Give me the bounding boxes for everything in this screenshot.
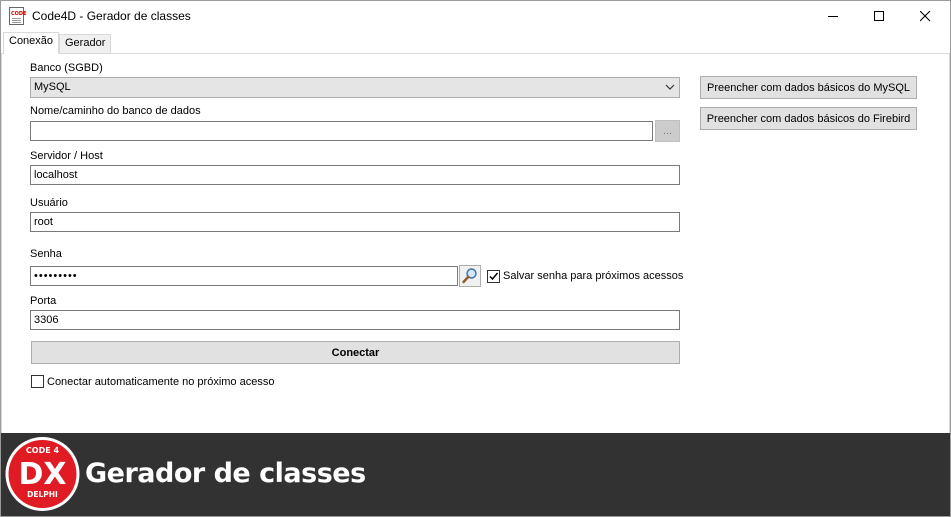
nome-input[interactable]: [30, 121, 653, 141]
magnifier-icon: [462, 268, 477, 284]
servidor-label: Servidor / Host: [30, 150, 103, 162]
show-password-button[interactable]: [459, 265, 481, 287]
title-bar: CODE Code4D - Gerador de classes: [1, 1, 950, 32]
salvar-senha-checkbox[interactable]: [487, 270, 500, 283]
servidor-input[interactable]: [30, 165, 680, 185]
main-window: CODE Code4D - Gerador de classes Conexão…: [0, 0, 951, 517]
porta-input[interactable]: [30, 310, 680, 330]
close-icon: [920, 11, 931, 22]
banco-select[interactable]: MySQL: [30, 77, 680, 98]
tab-gerador[interactable]: Gerador: [59, 34, 112, 53]
footer-banner: CODE 4 DX DELPHI Gerador de classes: [1, 433, 950, 516]
chevron-down-icon: [665, 84, 675, 90]
app-icon: CODE: [9, 7, 27, 25]
app-icon-label: CODE: [11, 11, 27, 17]
banco-label: Banco (SGBD): [30, 62, 103, 74]
usuario-input[interactable]: [30, 212, 680, 232]
window-title: Code4D - Gerador de classes: [32, 9, 191, 23]
maximize-button[interactable]: [857, 1, 903, 32]
porta-label: Porta: [30, 295, 57, 307]
fill-firebird-button[interactable]: Preencher com dados básicos do Firebird: [700, 107, 917, 130]
tab-conexao[interactable]: Conexão: [3, 32, 60, 54]
maximize-icon: [874, 11, 884, 21]
conectar-button[interactable]: Conectar: [31, 341, 680, 364]
usuario-label: Usuário: [30, 197, 68, 209]
minimize-button[interactable]: [811, 1, 857, 32]
salvar-senha-label[interactable]: Salvar senha para próximos acessos: [503, 270, 683, 282]
logo-bottom-text: DELPHI: [27, 490, 58, 499]
senha-label: Senha: [30, 248, 62, 260]
minimize-icon: [828, 16, 838, 17]
auto-connect-checkbox[interactable]: [31, 375, 44, 388]
senha-input[interactable]: [30, 266, 458, 286]
code4d-logo: CODE 4 DX DELPHI: [5, 437, 80, 511]
logo-top-text: CODE 4: [26, 446, 60, 455]
nome-label: Nome/caminho do banco de dados: [30, 105, 201, 117]
auto-connect-label[interactable]: Conectar automaticamente no próximo aces…: [47, 376, 274, 388]
footer-title: Gerador de classes: [85, 458, 366, 489]
close-button[interactable]: [903, 1, 949, 32]
browse-button[interactable]: ...: [655, 120, 680, 142]
checkmark-icon: [489, 272, 499, 281]
fill-mysql-button[interactable]: Preencher com dados básicos do MySQL: [700, 76, 917, 99]
tab-strip: Conexão Gerador: [1, 32, 950, 54]
banco-select-value: MySQL: [34, 81, 71, 93]
logo-main-text: DX: [18, 457, 66, 492]
tab-panel-conexao: Banco (SGBD) MySQL Nome/caminho do banco…: [1, 53, 950, 434]
